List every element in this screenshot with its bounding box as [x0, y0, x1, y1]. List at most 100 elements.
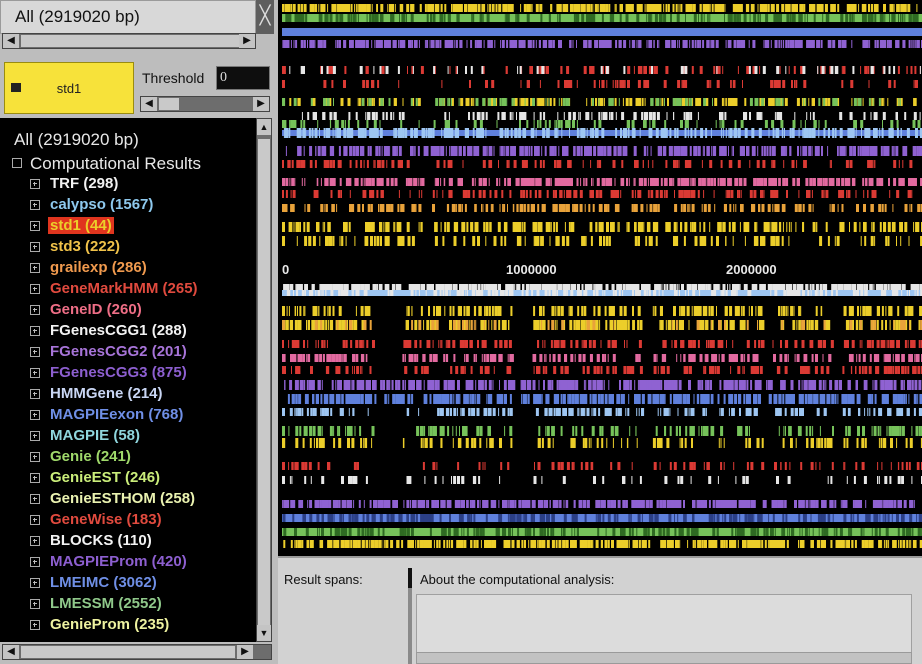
- scroll-left-icon[interactable]: ◀: [3, 34, 19, 48]
- tree-item-label: std1 (44): [48, 217, 114, 234]
- expand-icon[interactable]: [30, 305, 40, 315]
- tree-item[interactable]: FGenesCGG1 (288): [28, 320, 200, 341]
- tree-item[interactable]: BLOCKS (110): [28, 530, 200, 551]
- scroll-right-icon[interactable]: ▶: [253, 97, 269, 111]
- tree-item[interactable]: FGenesCGG2 (201): [28, 341, 200, 362]
- tree-item[interactable]: GenieEST (246): [28, 467, 200, 488]
- title-hscrollbar[interactable]: ◀ ▶: [2, 33, 256, 49]
- left-panel: All (2919020 bp) ╳ ◀ ▶ std1 Threshold ◀ …: [0, 0, 278, 664]
- expand-icon[interactable]: [30, 242, 40, 252]
- track-red-f: [282, 366, 922, 374]
- scroll-thumb[interactable]: [258, 139, 270, 631]
- collapse-icon[interactable]: [12, 158, 22, 168]
- track-orange-a: [282, 204, 922, 212]
- tree-item[interactable]: FGenesCGG3 (875): [28, 362, 200, 383]
- expand-icon[interactable]: [30, 179, 40, 189]
- track-pink-b: [282, 354, 922, 362]
- tree-group-computational-results[interactable]: Computational Results: [30, 154, 201, 174]
- tree-item[interactable]: HMMGene (214): [28, 383, 200, 404]
- info-panel: Result spans: About the computational an…: [278, 556, 922, 664]
- track-yellow-f: [282, 438, 922, 448]
- tree-item[interactable]: GenieESTHOM (258): [28, 488, 200, 509]
- track-red-c: [282, 160, 913, 168]
- results-tree: All (2919020 bp) Computational Results T…: [0, 118, 256, 642]
- tree-vscrollbar[interactable]: ▲ ▼: [256, 118, 272, 642]
- tree-hscrollbar[interactable]: ◀ ▶: [2, 644, 272, 660]
- expand-icon[interactable]: [30, 599, 40, 609]
- expand-icon[interactable]: [30, 410, 40, 420]
- track-bottom-yellow: [283, 540, 922, 548]
- tree-item[interactable]: GeneWise (183): [28, 509, 200, 530]
- threshold-label: Threshold: [142, 70, 205, 86]
- expand-icon[interactable]: [30, 557, 40, 567]
- tree-item[interactable]: GeneMarkHMM (265): [28, 278, 200, 299]
- expand-icon[interactable]: [30, 620, 40, 630]
- scroll-up-icon[interactable]: ▲: [257, 119, 271, 135]
- tree-item-label: GenieESTHOM (258): [50, 490, 196, 507]
- expand-icon[interactable]: [30, 347, 40, 357]
- threshold-input[interactable]: [216, 66, 270, 90]
- scroll-thumb[interactable]: [159, 98, 179, 110]
- scroll-thumb[interactable]: [21, 646, 235, 658]
- selected-track-button[interactable]: std1: [4, 62, 134, 114]
- expand-icon[interactable]: [30, 431, 40, 441]
- tree-item-label: grailexp (286): [50, 259, 147, 276]
- track-red-d: [282, 190, 913, 198]
- scroll-right-icon[interactable]: ▶: [237, 645, 253, 659]
- tree-item-label: FGenesCGG3 (875): [50, 364, 187, 381]
- ruler-tick-label: 0: [282, 262, 290, 277]
- tree-item-label: LMESSM (2552): [50, 595, 162, 612]
- tree-item[interactable]: grailexp (286): [28, 257, 200, 278]
- tree-item[interactable]: MAGPIEexon (768): [28, 404, 200, 425]
- tree-item[interactable]: LMEIMC (3062): [28, 572, 200, 593]
- tree-item-label: FGenesCGG2 (201): [50, 343, 187, 360]
- coordinate-ruler: 0 1000000 2000000: [278, 258, 922, 282]
- expand-icon[interactable]: [30, 368, 40, 378]
- expand-icon[interactable]: [30, 284, 40, 294]
- expand-icon[interactable]: [30, 221, 40, 231]
- tree-item-label: GeneMarkHMM (265): [50, 280, 198, 297]
- tree-item[interactable]: MAGPIE (58): [28, 425, 200, 446]
- scroll-left-icon[interactable]: ◀: [3, 645, 19, 659]
- tree-item[interactable]: std1 (44): [28, 215, 200, 236]
- about-hscrollbar[interactable]: [416, 652, 912, 664]
- track-top-yellow: [282, 4, 918, 12]
- tree-item-label: GenieEST (246): [50, 469, 161, 486]
- tree-root[interactable]: All (2919020 bp): [14, 130, 139, 150]
- tree-item[interactable]: GeneID (260): [28, 299, 200, 320]
- scroll-thumb[interactable]: [21, 35, 239, 47]
- expand-icon[interactable]: [30, 452, 40, 462]
- expand-icon[interactable]: [30, 389, 40, 399]
- tree-item[interactable]: GenieProm (235): [28, 614, 200, 635]
- expand-icon[interactable]: [30, 536, 40, 546]
- tree-item-label: calypso (1567): [50, 196, 154, 213]
- close-icon[interactable]: ╳: [256, 0, 274, 34]
- track-white-b: [301, 112, 921, 120]
- tree-item-label: GeneID (260): [50, 301, 142, 318]
- expand-icon[interactable]: [30, 263, 40, 273]
- track-bottom-white: [283, 284, 922, 290]
- tree-item[interactable]: Genie (241): [28, 446, 200, 467]
- expand-icon[interactable]: [30, 200, 40, 210]
- selected-track-label: std1: [56, 81, 82, 96]
- tree-item[interactable]: TRF (298): [28, 173, 200, 194]
- expand-icon[interactable]: [30, 515, 40, 525]
- tree-item[interactable]: std3 (222): [28, 236, 200, 257]
- track-green-b: [282, 120, 921, 128]
- track-blue-b: [287, 394, 922, 404]
- expand-icon[interactable]: [30, 494, 40, 504]
- scroll-down-icon[interactable]: ▼: [257, 625, 271, 641]
- tree-item[interactable]: calypso (1567): [28, 194, 200, 215]
- threshold-hscrollbar[interactable]: ◀ ▶: [140, 96, 270, 112]
- expand-icon[interactable]: [30, 473, 40, 483]
- expand-icon[interactable]: [30, 326, 40, 336]
- tree-item-label: BLOCKS (110): [50, 532, 152, 549]
- tree-item[interactable]: LMESSM (2552): [28, 593, 200, 614]
- panel-divider[interactable]: [408, 568, 412, 664]
- track-yellow-c: [282, 236, 922, 246]
- expand-icon[interactable]: [30, 578, 40, 588]
- tree-item[interactable]: MAGPIEProm (420): [28, 551, 200, 572]
- scroll-right-icon[interactable]: ▶: [239, 34, 255, 48]
- tree-items: TRF (298) calypso (1567) std1 (44) std3 (22…: [28, 173, 200, 635]
- scroll-left-icon[interactable]: ◀: [141, 97, 157, 111]
